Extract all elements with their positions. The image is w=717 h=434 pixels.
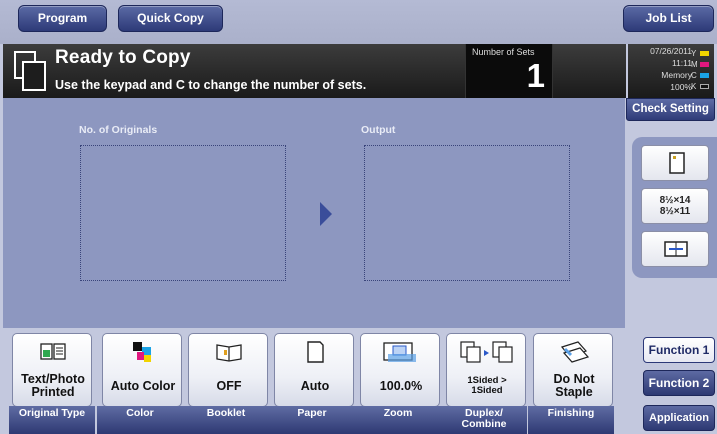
check-setting-button[interactable]: Check Setting	[626, 98, 715, 121]
duplex-combine-button[interactable]: 1Sided > 1Sided	[446, 333, 526, 407]
size-line-1: 8½×14	[659, 195, 691, 206]
status-instruction: Use the keypad and C to change the numbe…	[55, 78, 367, 92]
job-list-tab[interactable]: Job List	[623, 5, 714, 32]
duplex-label: Duplex/ Combine	[441, 406, 527, 434]
original-type-button[interactable]: Text/Photo Printed	[12, 333, 92, 407]
application-tab[interactable]: Application	[643, 405, 715, 431]
zoom-icon	[383, 342, 416, 362]
zoom-label: Zoom	[355, 406, 441, 434]
output-label: Output	[361, 124, 396, 136]
copy-pages-icon	[14, 51, 46, 91]
finishing-icon	[560, 341, 590, 363]
number-of-sets-label: Number of Sets	[472, 47, 535, 57]
zoom-value: 100.0%	[379, 378, 423, 393]
date-text: 07/26/2011	[650, 46, 692, 56]
original-size-button[interactable]: 8½×14 8½×11	[641, 188, 709, 224]
memory-value: 100%	[670, 82, 692, 92]
paper-icon	[307, 341, 324, 363]
quick-copy-tab[interactable]: Quick Copy	[118, 5, 223, 32]
function-2-tab[interactable]: Function 2	[643, 370, 715, 396]
color-button[interactable]: Auto Color	[102, 333, 182, 407]
original-type-label: Original Type	[9, 406, 95, 434]
portrait-page-icon	[669, 152, 685, 174]
booklet-value: OFF	[216, 378, 242, 393]
program-tab[interactable]: Program	[18, 5, 107, 32]
color-icon	[133, 342, 151, 362]
paper-button[interactable]: Auto	[274, 333, 354, 407]
function-bar: Text/Photo Printed Original Type Auto Co…	[0, 328, 632, 434]
arrow-right-icon	[320, 202, 332, 226]
finishing-value: Do Not Staple	[553, 372, 595, 399]
status-title: Ready to Copy	[55, 47, 191, 68]
toner-m: M	[691, 60, 711, 70]
side-panel: 8½×14 8½×11	[632, 137, 717, 278]
book-spread-icon	[664, 241, 688, 257]
originals-label: No. of Originals	[79, 124, 158, 136]
finishing-button[interactable]: Do Not Staple	[533, 333, 613, 407]
number-of-sets-box: Number of Sets 1	[465, 44, 553, 98]
zoom-button[interactable]: 100.0%	[360, 333, 440, 407]
time-text: 11:11	[671, 58, 692, 68]
color-value: Auto Color	[110, 378, 176, 393]
status-bar: Ready to Copy Use the keypad and C to ch…	[3, 44, 626, 98]
size-line-2: 8½×11	[659, 206, 691, 217]
memory-label: Memory	[661, 70, 692, 80]
booklet-button[interactable]: OFF	[188, 333, 268, 407]
toner-c: C	[691, 71, 711, 81]
duplex-value: 1Sided > 1Sided	[467, 375, 507, 396]
original-type-value: Text/Photo Printed	[21, 372, 85, 399]
function-1-tab[interactable]: Function 1	[643, 337, 715, 363]
toner-k: K	[691, 82, 711, 92]
top-tab-bar: Program Quick Copy Job List	[0, 0, 717, 44]
originals-preview-box	[80, 145, 286, 281]
output-preview-box	[364, 145, 570, 281]
machine-info: 07/26/2011 11:11 Memory 100% Y M C K	[628, 44, 714, 98]
color-label: Color	[97, 406, 183, 434]
booklet-icon	[216, 344, 242, 362]
original-orientation-button[interactable]	[641, 145, 709, 181]
duplex-icon	[460, 341, 513, 363]
paper-label: Paper	[269, 406, 355, 434]
book-copy-button[interactable]	[641, 231, 709, 267]
toner-y: Y	[691, 49, 711, 59]
finishing-label: Finishing	[528, 406, 614, 434]
paper-value: Auto	[300, 378, 330, 393]
preview-panel: No. of Originals Output	[3, 98, 625, 328]
number-of-sets-value: 1	[526, 57, 545, 94]
original-type-icon	[40, 343, 66, 360]
booklet-label: Booklet	[183, 406, 269, 434]
